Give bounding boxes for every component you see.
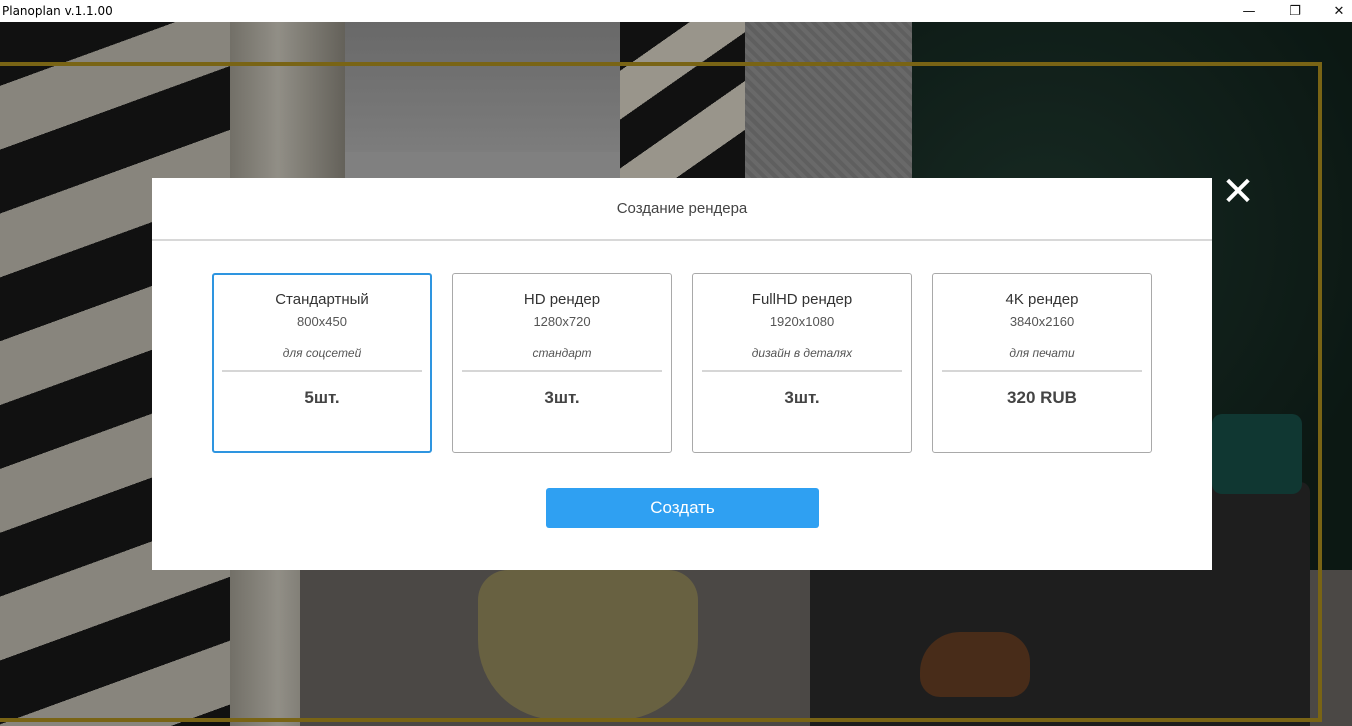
option-resolution: 1920x1080 [769,314,835,329]
create-render-button[interactable]: Создать [546,488,819,528]
option-divider [462,370,662,372]
option-price: 5шт. [304,388,340,407]
render-options: Стандартный 800x450 для соцсетей 5шт. HD… [212,273,1152,453]
render-option-4k[interactable]: 4K рендер 3840x2160 для печати 320 RUB [932,273,1152,453]
option-resolution: 1280x720 [533,314,591,329]
window-title: Planoplan v.1.1.00 [2,4,113,18]
render-option-standard[interactable]: Стандартный 800x450 для соцсетей 5шт. [212,273,432,453]
option-description: для соцсетей [282,346,362,360]
restore-button[interactable]: ❐ [1272,0,1318,22]
render-option-fullhd[interactable]: FullHD рендер 1920x1080 дизайн в деталях… [692,273,912,453]
option-resolution: 3840x2160 [1009,314,1075,329]
option-description: стандарт [532,346,592,360]
option-divider [942,370,1142,372]
option-description: дизайн в деталях [751,346,853,360]
dialog-title: Создание рендера [152,178,1212,241]
option-name: Стандартный [275,291,369,308]
render-dialog: Создание рендера Стандартный 800x450 для… [152,178,1212,570]
option-name: HD рендер [523,291,601,308]
render-option-hd[interactable]: HD рендер 1280x720 стандарт 3шт. [452,273,672,453]
option-name: 4K рендер [1005,291,1079,308]
option-name: FullHD рендер [751,291,853,308]
option-divider [222,370,422,372]
minimize-button[interactable]: — [1226,0,1272,22]
option-description: для печати [1009,346,1075,360]
option-price: 3шт. [544,388,580,407]
option-price: 3шт. [784,388,820,407]
window-titlebar: Planoplan v.1.1.00 — ❐ ✕ [0,0,1352,22]
modal-close-icon[interactable]: ✕ [1218,172,1258,212]
option-resolution: 800x450 [297,314,347,329]
option-price: 320 RUB [1007,388,1077,407]
option-divider [702,370,902,372]
window-close-button[interactable]: ✕ [1316,0,1352,22]
